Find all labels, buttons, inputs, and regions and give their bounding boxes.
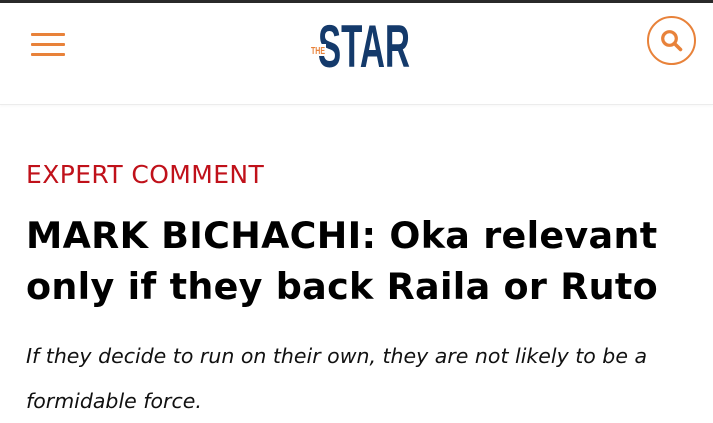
- star-logo-icon: STAR THE: [310, 13, 410, 80]
- menu-icon-bar: [31, 43, 65, 46]
- menu-button[interactable]: [31, 33, 65, 57]
- category-link[interactable]: EXPERT COMMENT: [26, 159, 264, 191]
- site-header: STAR THE: [0, 3, 713, 105]
- site-logo[interactable]: STAR THE: [310, 11, 414, 80]
- search-button[interactable]: [647, 16, 696, 65]
- menu-icon-bar: [31, 53, 65, 56]
- hamburger-menu-icon: [31, 33, 65, 36]
- logo-main-text: STAR: [318, 13, 410, 73]
- search-icon: [661, 30, 683, 52]
- article-headline[interactable]: MARK BICHACHI: Oka relevant only if they…: [26, 210, 706, 312]
- article-standfirst: If they decide to run on their own, they…: [26, 344, 648, 413]
- logo-small-text: THE: [311, 46, 325, 57]
